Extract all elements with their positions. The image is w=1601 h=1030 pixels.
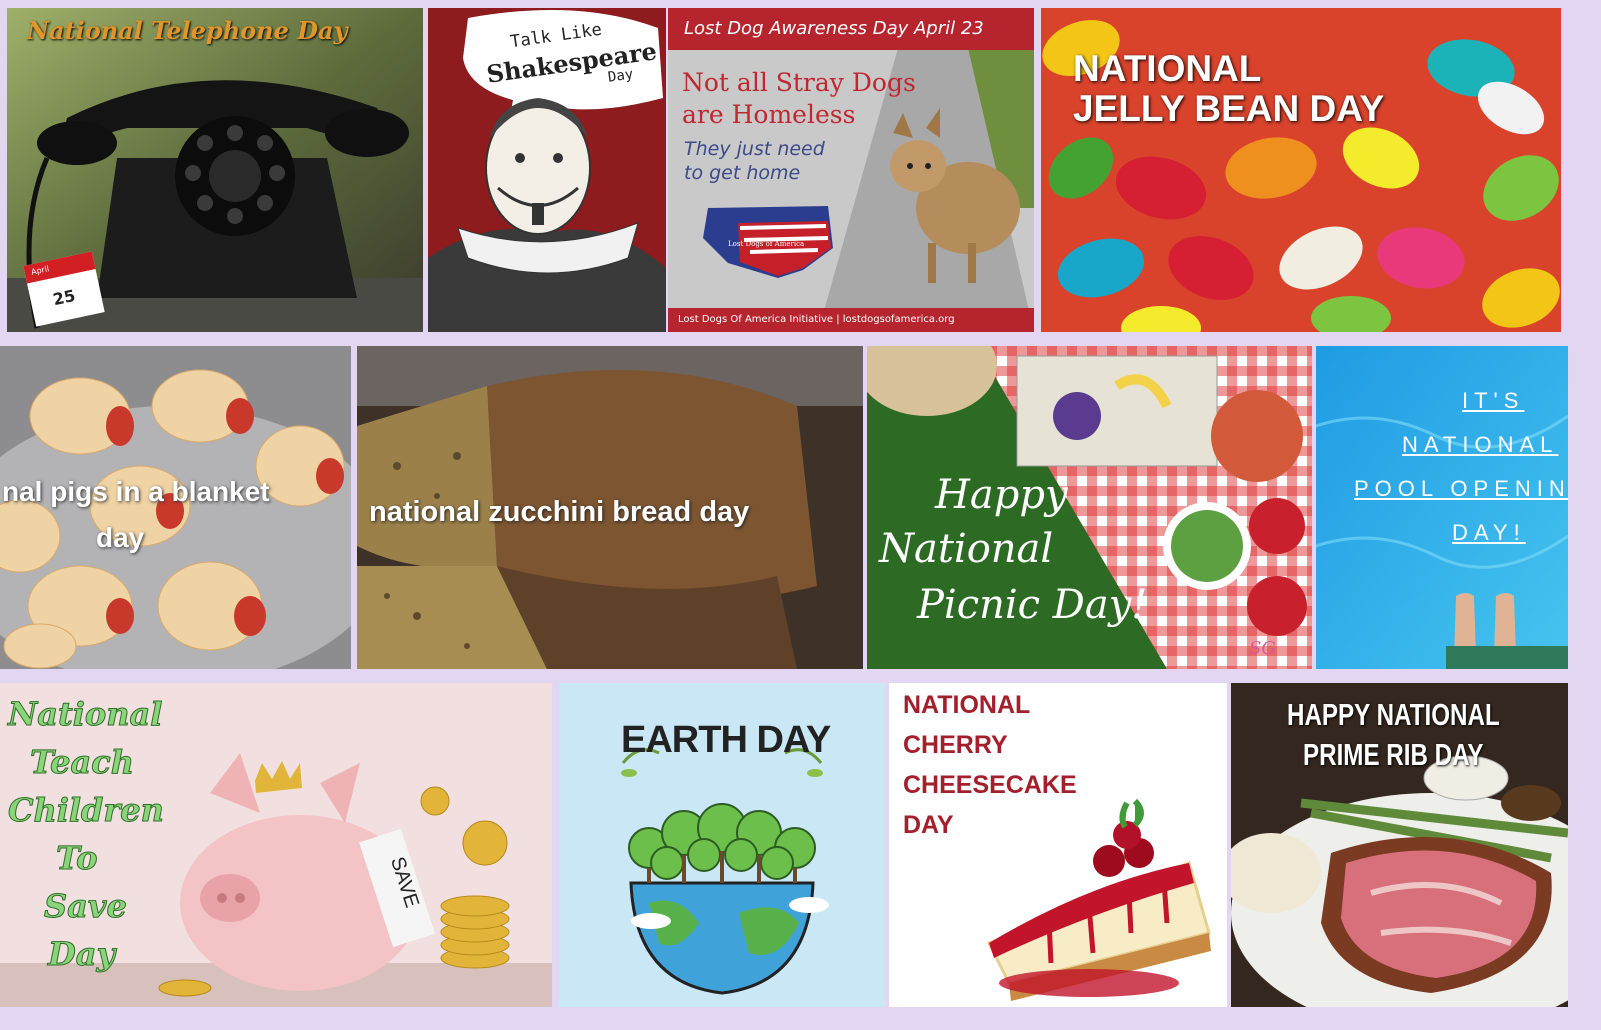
prime-rib-line2: PRIME RIB DAY <box>1303 737 1484 772</box>
lost-dog-sub2: to get home <box>684 162 801 184</box>
cheesecake-line4: DAY <box>903 811 954 839</box>
picnic-line3: Picnic Day! <box>917 582 1148 628</box>
lost-dog-map-label: Lost Dogs of America <box>728 240 805 248</box>
picnic-line2: National <box>879 526 1054 572</box>
pool-line3: POOL OPENING <box>1354 476 1568 501</box>
zucchini-bread-day-tile[interactable]: national zucchini bread day <box>357 346 863 669</box>
talk-like-shakespeare-day-tile[interactable]: Talk Like Shakespeare Day <box>428 8 666 332</box>
zucchini-title: national zucchini bread day <box>369 496 750 528</box>
lost-dog-headline2: are Homeless <box>682 100 856 129</box>
national-pool-opening-day-tile[interactable]: IT'S NATIONAL POOL OPENING DAY! <box>1316 346 1568 669</box>
pool-illustration <box>1316 346 1568 669</box>
pool-line2: NATIONAL <box>1402 432 1559 457</box>
teach-line5: Save <box>44 887 128 926</box>
lost-dog-footer: Lost Dogs Of America Initiative | lostdo… <box>678 314 955 325</box>
picnic-signature: SG <box>1249 638 1276 659</box>
teach-line2: Teach <box>30 743 135 782</box>
national-telephone-day-tile[interactable]: National Telephone Day April 25 <box>7 8 423 332</box>
image-collage: { "tiles": { "telephone": {"title": "Nat… <box>0 0 1601 1030</box>
cheesecake-line3: CHEESECAKE <box>903 771 1077 799</box>
telephone-day-title: National Telephone Day <box>27 16 348 45</box>
earth-day-tile[interactable]: EARTH DAY <box>559 683 885 1007</box>
picnic-line1: Happy <box>935 472 1068 518</box>
pigs-line2: day <box>96 522 145 553</box>
prime-rib-line1: HAPPY NATIONAL <box>1287 697 1500 732</box>
jelly-bean-line2: JELLY BEAN DAY <box>1073 88 1385 129</box>
lost-dog-headline1: Not all Stray Dogs <box>682 68 916 97</box>
telephone-illustration <box>7 8 423 332</box>
lost-dog-banner: Lost Dog Awareness Day April 23 <box>684 18 984 39</box>
prime-rib-day-tile[interactable]: HAPPY NATIONAL PRIME RIB DAY <box>1231 683 1568 1007</box>
lost-dog-sub1: They just need <box>684 138 825 160</box>
cheesecake-line2: CHERRY <box>903 731 1008 759</box>
pool-line4: DAY! <box>1452 520 1526 545</box>
teach-children-to-save-day-tile[interactable]: National Teach Children To Save Day SAVE <box>0 683 552 1007</box>
national-picnic-day-tile[interactable]: Happy National Picnic Day! SG <box>867 346 1312 669</box>
cherry-cheesecake-day-tile[interactable]: NATIONAL CHERRY CHEESECAKE DAY <box>889 683 1227 1007</box>
lost-dog-awareness-day-tile[interactable]: Lost Dog Awareness Day April 23 Not all … <box>668 8 1034 332</box>
jelly-bean-line1: NATIONAL <box>1073 48 1262 89</box>
earth-day-title: EARTH DAY <box>621 719 831 761</box>
national-jelly-bean-day-tile[interactable]: NATIONAL JELLY BEAN DAY <box>1041 8 1561 332</box>
teach-line6: Day <box>47 935 116 974</box>
teach-line4: To <box>55 839 98 878</box>
cheesecake-line1: NATIONAL <box>903 691 1031 719</box>
pigs-line1: nal pigs in a blanket <box>2 476 270 507</box>
pool-line1: IT'S <box>1462 388 1525 413</box>
pigs-in-a-blanket-day-tile[interactable]: nal pigs in a blanket day <box>0 346 351 669</box>
teach-line1: National <box>7 695 163 734</box>
teach-line3: Children <box>8 791 165 830</box>
